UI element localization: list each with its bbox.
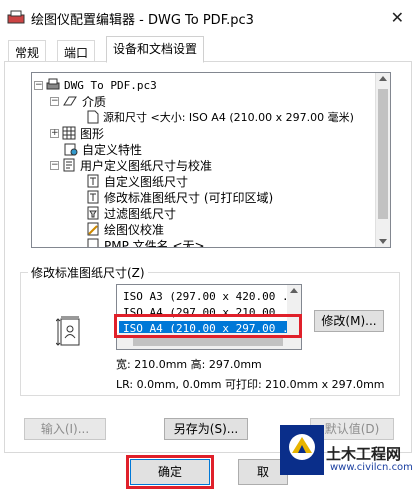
tree-item-label: PMP 文件名 <无>: [104, 238, 205, 248]
close-icon[interactable]: ✕: [391, 8, 404, 27]
plotter-icon: [46, 78, 60, 90]
tree-item-media[interactable]: − 介质: [50, 93, 106, 109]
watermark-url: www.civilcn.com: [330, 462, 413, 473]
tree-item-custom-paper-size[interactable]: 自定义图纸尺寸: [86, 173, 188, 189]
import-button[interactable]: 输入(I)...: [24, 418, 106, 440]
expand-icon[interactable]: +: [50, 128, 59, 138]
tab-strip: 常规 端口 设备和文档设置: [0, 36, 416, 63]
tree-item-graphics[interactable]: + 图形: [50, 125, 104, 141]
tree-item-label: 过滤图纸尺寸: [104, 206, 177, 221]
tree-item-label: 绘图仪校准: [104, 222, 165, 237]
tree-item-label: 源和尺寸 <大小: ISO A4 (210.00 x 297.00 毫米): [103, 111, 354, 124]
tree-item-user-paper-calibration[interactable]: − 用户定义图纸尺寸与校准: [50, 157, 212, 173]
scroll-thumb[interactable]: [378, 89, 388, 219]
modify-button[interactable]: 修改(M)...: [314, 310, 384, 332]
list-item[interactable]: ISO A3 (297.00 x 420.00 ...: [119, 289, 301, 305]
tree-item-pmp-filename[interactable]: PMP 文件名 <无>: [86, 237, 205, 248]
tree-item-label: 修改标准图纸尺寸 (可打印区域): [104, 190, 274, 205]
tree-item-modify-standard-paper[interactable]: 修改标准图纸尺寸 (可打印区域): [86, 189, 273, 205]
window-title: 绘图仪配置编辑器 - DWG To PDF.pc3: [31, 13, 254, 28]
paper-size-icon: [87, 190, 99, 204]
calibration-icon: [63, 158, 75, 172]
highlight-box: [126, 455, 214, 489]
collapse-icon[interactable]: −: [34, 80, 43, 90]
properties-icon: [64, 143, 78, 156]
tree-root[interactable]: − DWG To PDF.pc3: [34, 77, 157, 93]
scroll-up-icon[interactable]: [290, 288, 298, 293]
watermark-logo-icon: [280, 425, 324, 475]
plotter-icon: [7, 10, 25, 24]
tree-item-source-size[interactable]: 源和尺寸 <大小: ISO A4 (210.00 x 297.00 毫米): [86, 109, 354, 125]
scroll-up-icon[interactable]: [379, 76, 387, 81]
tree-root-label: DWG To PDF.pc3: [64, 78, 157, 92]
media-icon: [63, 96, 77, 106]
title-bar: 绘图仪配置编辑器 - DWG To PDF.pc3 ✕: [0, 0, 416, 36]
document-icon: [87, 110, 99, 124]
collapse-icon[interactable]: −: [50, 96, 59, 106]
tree-item-label: 自定义图纸尺寸: [104, 174, 189, 189]
save-as-button[interactable]: 另存为(S)...: [164, 418, 248, 440]
watermark-brand: 土木工程网: [326, 445, 402, 463]
settings-tree[interactable]: − DWG To PDF.pc3 − 介质 源和尺寸 <大小: ISO A4 (…: [31, 72, 391, 248]
tab-device-document-settings[interactable]: 设备和文档设置: [106, 36, 205, 63]
scroll-down-icon[interactable]: [379, 239, 387, 244]
tab-general[interactable]: 常规: [8, 40, 47, 62]
watermark: 土木工程网 www.civilcn.com: [280, 425, 416, 492]
tab-ports[interactable]: 端口: [57, 40, 96, 62]
tree-item-label: 介质: [82, 94, 107, 109]
collapse-icon[interactable]: −: [50, 160, 59, 170]
tree-item-label: 图形: [80, 126, 105, 141]
paper-size-icon: [56, 316, 80, 346]
tree-scrollbar[interactable]: [375, 73, 390, 247]
highlight-box: [114, 314, 302, 338]
tree-item-label: 用户定义图纸尺寸与校准: [80, 158, 213, 173]
tree-item-plotter-calibration[interactable]: 绘图仪校准: [86, 221, 164, 237]
paper-size-info: 宽: 210.0mm 高: 297.0mm: [116, 358, 262, 371]
group-label: 修改标准图纸尺寸(Z): [28, 264, 148, 281]
graphics-icon: [62, 126, 76, 140]
tree-item-label: 自定义特性: [82, 142, 143, 157]
file-icon: [87, 238, 99, 247]
paper-size-icon: [87, 174, 99, 188]
filter-icon: [87, 206, 99, 220]
printable-area-info: LR: 0.0mm, 0.0mm 可打印: 210.0mm x 297.0mm: [116, 378, 385, 391]
calibration-icon: [87, 222, 99, 236]
tree-item-filter-paper-sizes[interactable]: 过滤图纸尺寸: [86, 205, 176, 221]
tree-item-custom-properties[interactable]: 自定义特性: [64, 141, 142, 157]
